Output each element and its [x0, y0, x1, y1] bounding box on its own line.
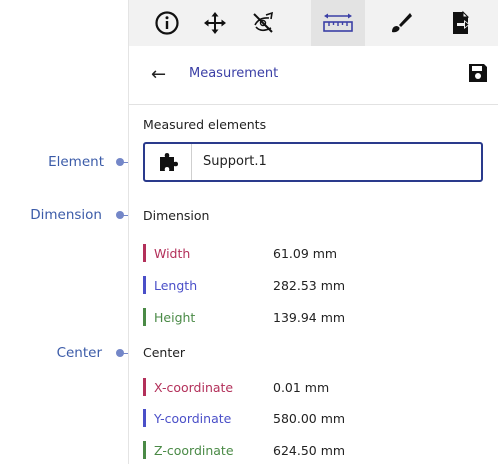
- callout-element-label: Element: [48, 154, 104, 170]
- element-icon-box: [145, 144, 192, 180]
- header-divider: [129, 104, 498, 105]
- move-tool-button[interactable]: [191, 0, 239, 46]
- panel-title: Measurement: [189, 66, 279, 81]
- length-value: 282.53 mm: [273, 278, 346, 293]
- save-icon: [469, 64, 487, 82]
- width-value: 61.09 mm: [273, 246, 338, 261]
- measured-element-name: Support.1: [203, 154, 267, 169]
- save-button[interactable]: [467, 62, 489, 88]
- measurement-panel: ← Measurement Measured elements Support.…: [128, 0, 498, 464]
- width-color-bar: [143, 244, 146, 262]
- panel-header: ← Measurement: [129, 46, 498, 104]
- callout-center-label: Center: [56, 345, 102, 361]
- back-arrow-icon[interactable]: ←: [151, 64, 166, 85]
- info-icon: [155, 11, 179, 35]
- hide-icon: [253, 11, 274, 33]
- measure-tool-button[interactable]: [311, 0, 365, 46]
- x-coordinate-label: X-coordinate: [154, 380, 234, 395]
- measured-elements-heading: Measured elements: [143, 117, 267, 132]
- dimension-heading: Dimension: [143, 208, 210, 223]
- info-tool-button[interactable]: [143, 0, 191, 46]
- y-coordinate-color-bar: [143, 409, 146, 427]
- ruler-icon: [323, 13, 353, 32]
- y-coordinate-value: 580.00 mm: [273, 411, 346, 426]
- height-value: 139.94 mm: [273, 310, 346, 325]
- z-coordinate-value: 624.50 mm: [273, 443, 346, 458]
- hide-tool-button[interactable]: [239, 0, 287, 46]
- puzzle-piece-icon: [160, 153, 178, 171]
- length-color-bar: [143, 276, 146, 294]
- paint-tool-button[interactable]: [377, 0, 425, 46]
- y-coordinate-label: Y-coordinate: [154, 411, 232, 426]
- width-label: Width: [154, 246, 191, 261]
- tool-toolbar: [129, 0, 498, 46]
- export-tool-button[interactable]: [437, 0, 485, 46]
- callout-dimension-label: Dimension: [30, 207, 102, 223]
- height-color-bar: [143, 308, 146, 326]
- z-coordinate-color-bar: [143, 441, 146, 459]
- move-icon: [204, 12, 226, 34]
- height-label: Height: [154, 310, 196, 325]
- z-coordinate-label: Z-coordinate: [154, 443, 234, 458]
- export-document-icon: [453, 10, 470, 34]
- x-coordinate-color-bar: [143, 378, 146, 396]
- x-coordinate-value: 0.01 mm: [273, 380, 330, 395]
- brush-icon: [392, 13, 412, 33]
- measured-element-field[interactable]: Support.1: [143, 142, 483, 182]
- length-label: Length: [154, 278, 198, 293]
- center-heading: Center: [143, 345, 186, 360]
